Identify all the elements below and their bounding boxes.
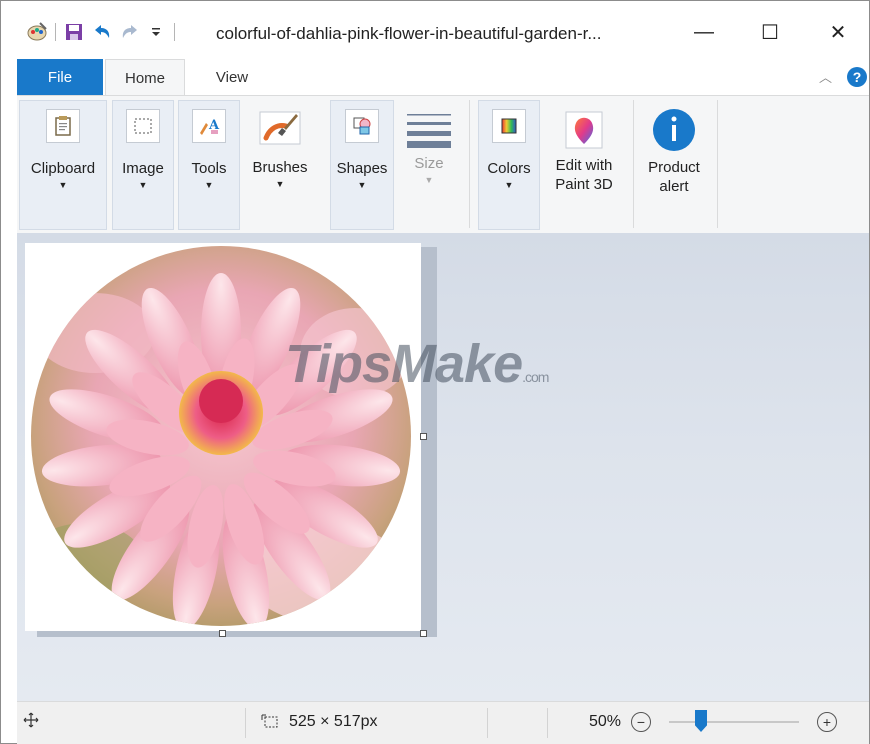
tools-icon: A bbox=[192, 109, 226, 143]
edit-with-paint3d-label: Edit with Paint 3D bbox=[555, 157, 613, 193]
shapes-button[interactable]: Shapes ▼ bbox=[330, 100, 394, 230]
color-palette-icon bbox=[492, 109, 526, 143]
brush-icon bbox=[258, 108, 302, 148]
chevron-down-icon: ▼ bbox=[504, 180, 514, 190]
redo-icon[interactable] bbox=[118, 20, 142, 44]
save-icon[interactable] bbox=[62, 20, 86, 44]
shapes-label: Shapes bbox=[336, 160, 388, 177]
ribbon: Clipboard ▼ Image ▼ A Tools ▼ Brushes ▼ bbox=[17, 95, 869, 235]
chevron-down-icon: ▼ bbox=[138, 180, 148, 190]
undo-icon[interactable] bbox=[90, 20, 114, 44]
watermark-text: TipsMake.com bbox=[285, 334, 549, 394]
help-icon[interactable]: ? bbox=[847, 67, 867, 87]
tab-home[interactable]: Home bbox=[105, 59, 185, 96]
ribbon-separator bbox=[633, 100, 634, 228]
canvas-area[interactable]: TipsMake.com bbox=[17, 233, 869, 701]
resize-handle-right[interactable] bbox=[420, 433, 427, 440]
selection-size: 525 × 517px bbox=[289, 713, 378, 730]
size-label: Size bbox=[414, 155, 444, 172]
tab-view[interactable]: View bbox=[197, 59, 267, 95]
product-alert-label: Product alert bbox=[648, 159, 700, 195]
colors-button[interactable]: Colors ▼ bbox=[478, 100, 540, 230]
title-bar: colorful-of-dahlia-pink-flower-in-beauti… bbox=[1, 1, 869, 59]
cursor-position-icon bbox=[23, 712, 39, 733]
zoom-in-button[interactable]: + bbox=[817, 712, 837, 732]
qat-separator bbox=[55, 23, 56, 41]
tab-file[interactable]: File bbox=[17, 59, 103, 95]
dahlia-flower-image bbox=[31, 246, 411, 626]
tools-label: Tools bbox=[191, 160, 227, 177]
image-label: Image bbox=[122, 160, 164, 177]
paint-app-icon[interactable] bbox=[25, 20, 49, 44]
maximize-button[interactable]: ☐ bbox=[747, 15, 793, 49]
colors-label: Colors bbox=[487, 160, 531, 177]
chevron-down-icon: ▼ bbox=[204, 180, 214, 190]
clipboard-button[interactable]: Clipboard ▼ bbox=[19, 100, 107, 230]
status-bar: 525 × 517px 50% − + bbox=[17, 701, 869, 744]
brushes-label: Brushes bbox=[252, 159, 308, 176]
chevron-down-icon: ▼ bbox=[424, 175, 434, 185]
selection-size-icon bbox=[261, 714, 281, 735]
zoom-level: 50% bbox=[589, 713, 622, 730]
collapse-ribbon-icon[interactable]: ︿ bbox=[819, 67, 832, 86]
info-icon bbox=[652, 108, 696, 152]
zoom-slider-track[interactable] bbox=[669, 721, 799, 723]
chevron-down-icon: ▼ bbox=[357, 180, 367, 190]
image-button[interactable]: Image ▼ bbox=[112, 100, 174, 230]
paint3d-icon bbox=[564, 110, 604, 150]
ribbon-tabs: File Home View bbox=[1, 59, 869, 96]
image-canvas[interactable] bbox=[25, 243, 421, 631]
ribbon-separator bbox=[717, 100, 718, 228]
line-size-icon bbox=[405, 110, 453, 150]
clipboard-icon bbox=[46, 109, 80, 143]
quick-access-toolbar bbox=[25, 19, 181, 45]
resize-handle-corner[interactable] bbox=[420, 630, 427, 637]
paint-window: colorful-of-dahlia-pink-flower-in-beauti… bbox=[0, 0, 870, 744]
status-separator bbox=[487, 708, 488, 738]
status-separator bbox=[245, 708, 246, 738]
ribbon-separator bbox=[469, 100, 470, 228]
customize-qat-icon[interactable] bbox=[144, 20, 168, 44]
brushes-button[interactable]: Brushes ▼ bbox=[245, 100, 315, 228]
minimize-button[interactable]: — bbox=[681, 15, 727, 49]
clipboard-label: Clipboard bbox=[30, 160, 96, 177]
chevron-down-icon: ▼ bbox=[58, 180, 68, 190]
select-icon bbox=[126, 109, 160, 143]
edit-with-paint3d-button[interactable]: Edit with Paint 3D bbox=[545, 100, 623, 228]
resize-handle-bottom[interactable] bbox=[219, 630, 226, 637]
size-button: Size ▼ bbox=[399, 100, 459, 228]
tools-button[interactable]: A Tools ▼ bbox=[178, 100, 240, 230]
zoom-slider-thumb[interactable] bbox=[695, 710, 707, 732]
close-button[interactable]: ✕ bbox=[815, 15, 861, 49]
shapes-icon bbox=[345, 109, 379, 143]
qat-separator bbox=[174, 23, 175, 41]
window-title: colorful-of-dahlia-pink-flower-in-beauti… bbox=[216, 24, 602, 43]
zoom-out-button[interactable]: − bbox=[631, 712, 651, 732]
status-separator bbox=[547, 708, 548, 738]
chevron-down-icon: ▼ bbox=[275, 179, 285, 189]
product-alert-button[interactable]: Product alert bbox=[639, 100, 709, 228]
